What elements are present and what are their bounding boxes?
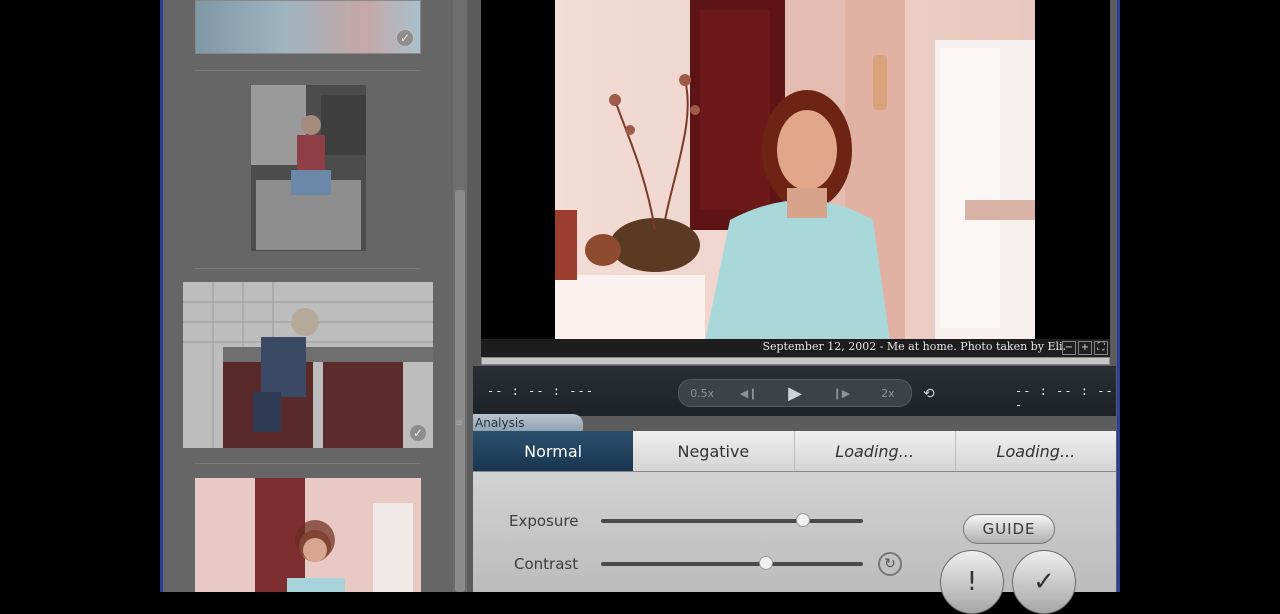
check-icon[interactable]: ✓ [396, 29, 414, 47]
guide-button[interactable]: GUIDE [963, 514, 1055, 544]
tab-loading-2[interactable]: Loading... [956, 431, 1116, 471]
zoom-controls: − + ⛶ [1062, 341, 1108, 355]
tab-negative[interactable]: Negative [633, 431, 795, 471]
tab-loading-1[interactable]: Loading... [795, 431, 956, 471]
photo-caption: September 12, 2002 - Me at home. Photo t… [762, 340, 1066, 353]
scrollbar-thumb[interactable] [455, 190, 465, 592]
play-icon[interactable]: ▶ [772, 383, 818, 404]
zoom-out-icon[interactable]: − [1062, 341, 1076, 355]
zoom-in-icon[interactable]: + [1078, 341, 1092, 355]
exposure-label: Exposure [509, 512, 579, 530]
time-remaining: -- : -- : --- [1015, 384, 1114, 412]
strip-scrollbar[interactable] [453, 0, 467, 592]
exposure-slider-handle[interactable] [795, 513, 810, 527]
confirm-check-button[interactable]: ✓ [1012, 550, 1076, 614]
contrast-slider[interactable] [601, 556, 863, 570]
adjustment-panel: Exposure Contrast ↻ GUIDE ! ✓ [473, 472, 1116, 614]
speed-fast-button[interactable]: 2x [865, 387, 911, 400]
main-photo [555, 0, 1035, 341]
time-elapsed: -- : -- : --- [487, 384, 594, 398]
contrast-label: Contrast [514, 555, 579, 573]
thumbnail-4-image [195, 478, 421, 592]
thumbnail-2[interactable]: ✓ [251, 85, 366, 251]
divider [195, 463, 420, 464]
step-back-icon[interactable]: ◀❙ [725, 387, 771, 400]
check-icon[interactable]: ✓ [409, 424, 427, 442]
thumbnail-2-image [251, 85, 366, 251]
thumbnail-3-image [183, 282, 433, 448]
step-forward-icon[interactable]: ❙▶ [818, 387, 864, 400]
thumbnail-3[interactable]: ✓ [183, 282, 433, 448]
info-button[interactable]: ! [940, 550, 1004, 614]
divider [195, 70, 420, 71]
contrast-slider-handle[interactable] [759, 556, 774, 570]
playback-progress-bar[interactable] [481, 357, 1110, 365]
exposure-slider[interactable] [601, 513, 863, 527]
analysis-tab[interactable]: Analysis [473, 414, 583, 432]
caption-bar: September 12, 2002 - Me at home. Photo t… [481, 339, 1110, 357]
divider [195, 268, 420, 269]
splitter-grip-icon[interactable]: ≡ [455, 418, 463, 429]
tab-normal[interactable]: Normal [473, 431, 634, 471]
mode-tabs: Normal Negative Loading... Loading... [473, 431, 1116, 472]
transport-bar: -- : -- : --- 0.5x ◀❙ ▶ ❙▶ 2x ⟲ -- : -- … [473, 366, 1116, 416]
main-photo-image [555, 0, 1035, 341]
reset-icon[interactable]: ↻ [878, 552, 902, 576]
thumbnail-1[interactable]: ✓ [195, 0, 421, 54]
thumbnail-4[interactable] [195, 478, 421, 592]
fullscreen-icon[interactable]: ⛶ [1094, 341, 1108, 355]
speed-slow-button[interactable]: 0.5x [679, 387, 725, 400]
loop-icon[interactable]: ⟲ [923, 386, 935, 402]
playback-controls: 0.5x ◀❙ ▶ ❙▶ 2x [678, 379, 912, 407]
